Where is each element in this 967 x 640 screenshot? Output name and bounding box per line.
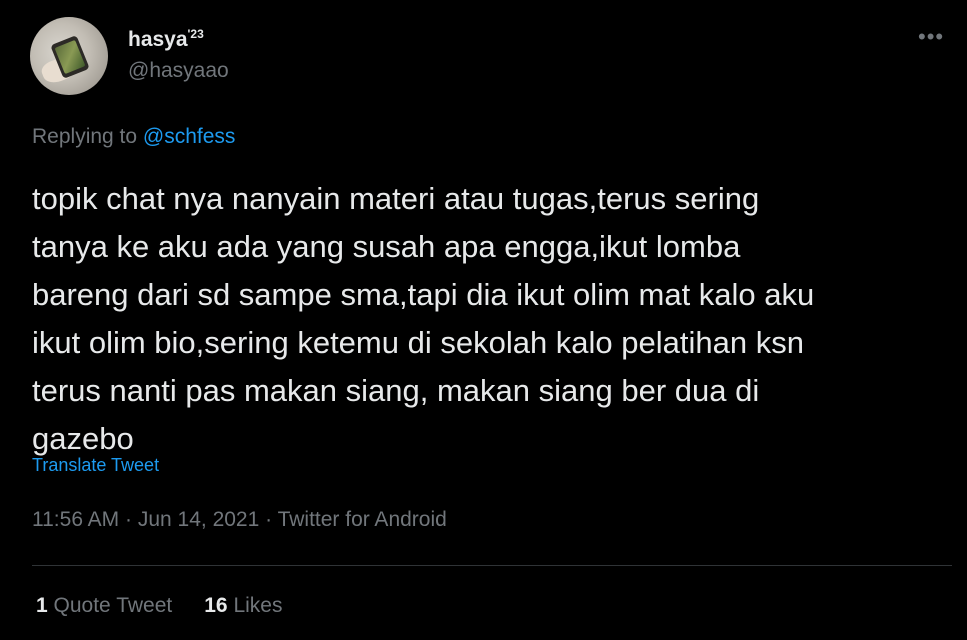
tweet-date[interactable]: Jun 14, 2021	[138, 508, 259, 531]
like-count: 16	[204, 594, 228, 617]
quote-tweets-stat[interactable]: 1 Quote Tweet	[36, 594, 172, 618]
tweet-source[interactable]: Twitter for Android	[278, 508, 447, 531]
likes-stat[interactable]: 16 Likes	[204, 594, 282, 618]
replying-to: Replying to @schfess	[32, 125, 235, 149]
more-options-icon[interactable]: •••	[918, 24, 944, 50]
quote-label: Quote Tweet	[53, 594, 173, 617]
replying-prefix: Replying to	[32, 125, 138, 148]
meta-separator: ·	[125, 508, 138, 531]
reply-handle-link[interactable]: @schfess	[143, 125, 236, 148]
author-name-suffix: '23	[187, 27, 204, 41]
tweet-time[interactable]: 11:56 AM	[32, 508, 119, 531]
quote-count: 1	[36, 594, 48, 617]
meta-separator: ·	[265, 508, 278, 531]
avatar[interactable]	[30, 17, 108, 95]
author-handle[interactable]: @hasyaao	[128, 59, 229, 83]
author-name[interactable]: hasya'23	[128, 27, 204, 52]
tweet-meta: 11:56 AM · Jun 14, 2021 · Twitter for An…	[32, 508, 447, 532]
like-label: Likes	[233, 594, 283, 617]
translate-tweet-link[interactable]: Translate Tweet	[32, 455, 159, 476]
tweet-stats: 1 Quote Tweet 16 Likes	[36, 594, 282, 618]
author-name-text: hasya	[128, 28, 188, 51]
divider	[32, 565, 952, 566]
tweet-text: topik chat nya nanyain materi atau tugas…	[32, 181, 815, 456]
